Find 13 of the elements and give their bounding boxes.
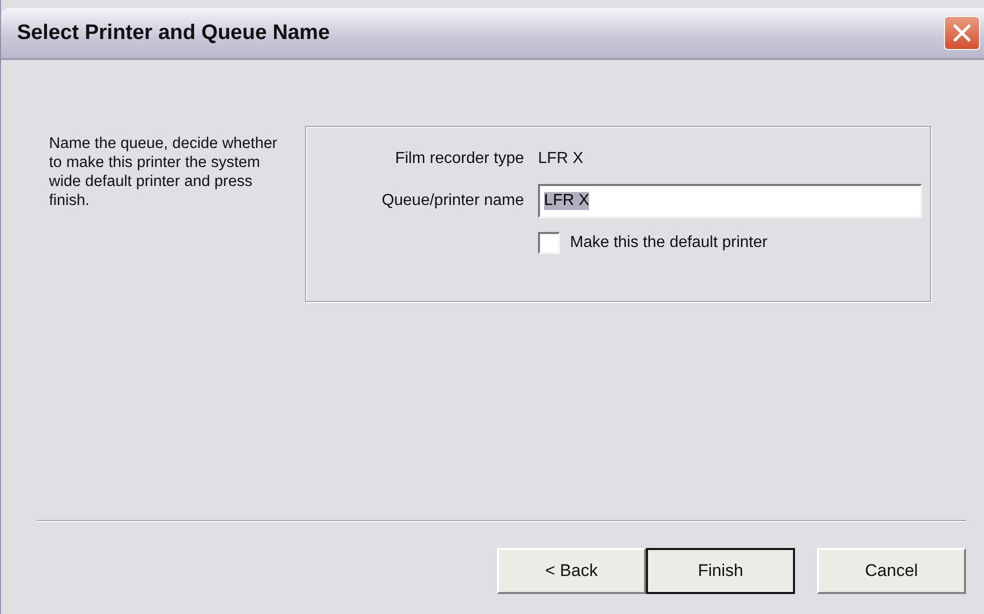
default-printer-label: Make this the default printer [570,234,768,252]
recorder-type-value: LFR X [538,150,584,168]
recorder-type-label: Film recorder type [394,150,525,168]
dialog-button[interactable]: Finish [646,548,795,594]
instruction-text: Name the queue, decide whether to make this printer the system wide default printer and press finish. [49,134,278,211]
default-printer-checkbox[interactable] [538,232,560,254]
queue-name-field[interactable]: LFR X [538,184,922,218]
dialog-button[interactable]: < Back [497,548,646,594]
window-title: Select Printer and Queue Name [17,21,330,45]
queue-name-label: Queue/printer name [380,192,525,210]
close-button[interactable] [944,16,980,50]
dialog-button[interactable]: Cancel [817,548,966,594]
close-icon [951,22,973,44]
